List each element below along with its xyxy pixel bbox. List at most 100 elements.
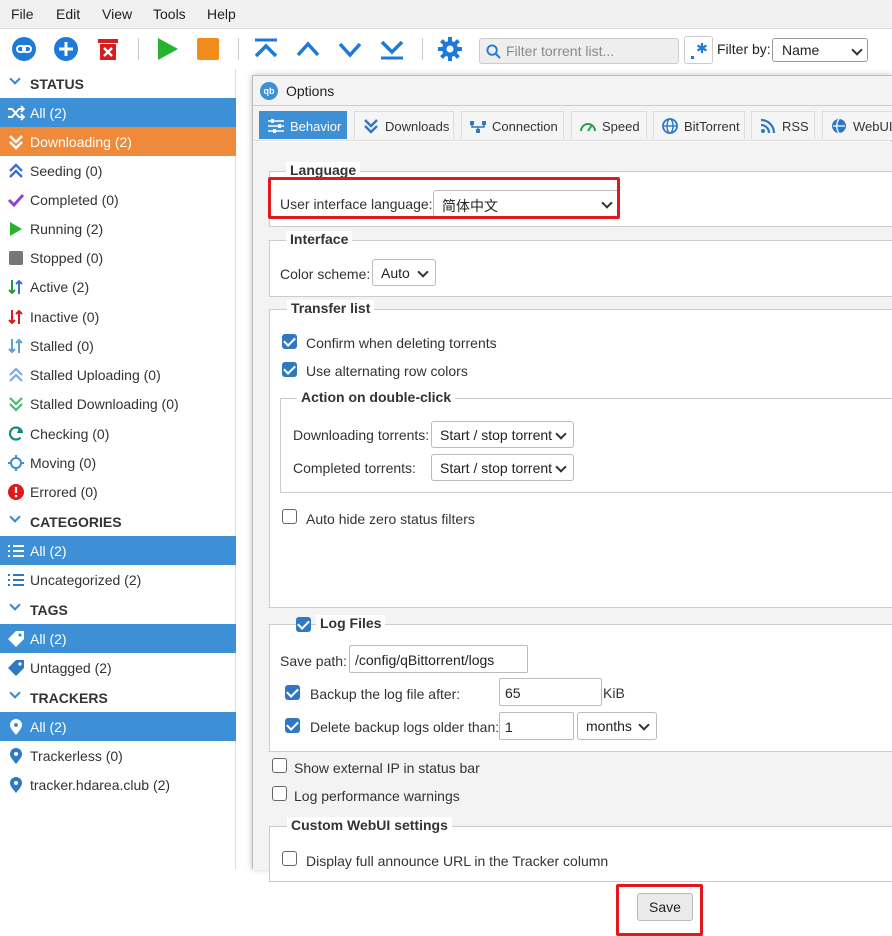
delete-age-input[interactable]: 1	[499, 712, 574, 740]
backup-log-checkbox[interactable]	[285, 685, 300, 700]
globe-icon	[662, 118, 678, 134]
tab-downloads[interactable]: Downloads	[354, 111, 454, 139]
download-icon	[9, 135, 23, 150]
sidebar-item-label: Moving (0)	[30, 455, 97, 471]
move-top-icon[interactable]	[253, 36, 279, 62]
pin-icon	[10, 748, 22, 764]
sidebar-tag-untagged[interactable]: Untagged (2)	[0, 653, 236, 682]
sidebar-status-stopped[interactable]: Stopped (0)	[0, 243, 236, 272]
shuffle-icon	[8, 105, 25, 121]
qbittorrent-logo-icon: qb	[260, 82, 278, 100]
tags-header[interactable]: TAGS	[0, 596, 236, 622]
sidebar-item-label: Trackerless (0)	[30, 748, 123, 764]
downloading-torrents-label: Downloading torrents:	[293, 427, 430, 443]
downloading-action-select[interactable]: Start / stop torrent	[431, 421, 574, 448]
log-files-checkbox[interactable]	[296, 617, 311, 632]
save-path-input[interactable]: /config/qBittorrent/logs	[349, 645, 528, 673]
start-icon[interactable]	[154, 36, 180, 62]
sidebar-category-all[interactable]: All (2)	[0, 536, 236, 565]
chevron-down-icon	[638, 719, 650, 731]
tab-rss[interactable]: RSS	[751, 111, 815, 139]
sidebar-status-seeding[interactable]: Seeding (0)	[0, 156, 236, 185]
menu-tools[interactable]: Tools	[153, 6, 186, 22]
sidebar-status-stalled-downloading[interactable]: Stalled Downloading (0)	[0, 389, 236, 418]
sidebar-item-label: Completed (0)	[30, 192, 119, 208]
sidebar-category-uncategorized[interactable]: Uncategorized (2)	[0, 565, 236, 594]
sidebar-status-checking[interactable]: Checking (0)	[0, 419, 236, 448]
dialog-titlebar[interactable]: qb Options	[253, 76, 892, 106]
updown-icon	[8, 279, 23, 295]
interface-group: Interface Color scheme: Auto	[269, 231, 892, 297]
sidebar-item-label: Untagged (2)	[30, 660, 112, 676]
sidebar-tag-all[interactable]: All (2)	[0, 624, 236, 653]
delete-backup-checkbox[interactable]	[285, 718, 300, 733]
tab-speed[interactable]: Speed	[571, 111, 647, 139]
sidebar-status-all[interactable]: All (2)	[0, 98, 236, 127]
sidebar-status-stalled-uploading[interactable]: Stalled Uploading (0)	[0, 360, 236, 389]
delete-backup-label: Delete backup logs older than:	[310, 719, 500, 735]
log-files-legend: Log Files	[316, 615, 386, 631]
confirm-delete-checkbox[interactable]	[282, 334, 297, 349]
alternating-rows-checkbox[interactable]	[282, 362, 297, 377]
regex-toggle-button[interactable]	[684, 36, 713, 64]
status-header[interactable]: STATUS	[0, 70, 236, 96]
connection-icon	[470, 121, 486, 133]
move-bottom-icon[interactable]	[379, 36, 405, 62]
options-dialog: qb Options Behavior Downloads Connection…	[252, 75, 892, 936]
move-down-icon[interactable]	[337, 36, 363, 62]
backup-size-input[interactable]: 65	[499, 678, 602, 706]
trackers-header[interactable]: TRACKERS	[0, 684, 236, 710]
sidebar-item-label: Checking (0)	[30, 426, 110, 442]
language-highlight	[268, 177, 620, 219]
behavior-icon	[268, 119, 284, 133]
tab-webui[interactable]: WebUI	[822, 111, 892, 139]
auto-hide-checkbox[interactable]	[282, 509, 297, 524]
sidebar-status-downloading[interactable]: Downloading (2)	[0, 127, 236, 156]
move-up-icon[interactable]	[295, 36, 321, 62]
delete-icon[interactable]	[95, 36, 121, 62]
options-icon[interactable]	[437, 36, 463, 62]
stalled-icon	[8, 338, 23, 354]
show-external-ip-checkbox[interactable]	[272, 758, 287, 773]
sidebar-status-active[interactable]: Active (2)	[0, 272, 236, 301]
sidebar-status-stalled[interactable]: Stalled (0)	[0, 331, 236, 360]
chevron-down-icon	[555, 428, 567, 440]
backup-size-value: 65	[505, 685, 521, 701]
refresh-icon	[8, 426, 24, 441]
stalled-upload-icon	[9, 367, 23, 382]
sidebar-status-running[interactable]: Running (2)	[0, 214, 236, 243]
sidebar-tracker-all[interactable]: All (2)	[0, 712, 236, 741]
log-performance-label: Log performance warnings	[294, 788, 460, 804]
backup-unit-label: KiB	[603, 685, 625, 701]
sidebar-status-completed[interactable]: Completed (0)	[0, 185, 236, 214]
delete-age-value: 1	[505, 719, 513, 735]
sidebar-tracker-hdarea[interactable]: tracker.hdarea.club (2)	[0, 770, 236, 799]
sidebar-status-moving[interactable]: Moving (0)	[0, 448, 236, 477]
double-click-legend: Action on double-click	[297, 389, 456, 405]
tab-connection[interactable]: Connection	[461, 111, 564, 139]
menu-help[interactable]: Help	[207, 6, 236, 22]
filter-input[interactable]	[506, 42, 674, 60]
categories-header[interactable]: CATEGORIES	[0, 508, 236, 534]
add-link-icon[interactable]	[11, 36, 37, 62]
add-torrent-icon[interactable]	[53, 36, 79, 62]
tab-behavior[interactable]: Behavior	[259, 111, 347, 139]
save-highlight	[616, 884, 703, 936]
color-scheme-select[interactable]: Auto	[372, 259, 436, 286]
menu-edit[interactable]: Edit	[56, 6, 80, 22]
menu-view[interactable]: View	[102, 6, 132, 22]
tab-bittorrent[interactable]: BitTorrent	[653, 111, 745, 139]
sidebar-tracker-trackerless[interactable]: Trackerless (0)	[0, 741, 236, 770]
completed-action-select[interactable]: Start / stop torrent	[431, 454, 574, 481]
log-files-group: Log Files Save path: /config/qBittorrent…	[269, 615, 892, 752]
sidebar-status-inactive[interactable]: Inactive (0)	[0, 302, 236, 331]
log-performance-checkbox[interactable]	[272, 786, 287, 801]
sidebar-item-label: Uncategorized (2)	[30, 572, 142, 588]
sidebar-status-errored[interactable]: Errored (0)	[0, 477, 236, 506]
options-tabbar: Behavior Downloads Connection Speed BitT…	[253, 106, 892, 141]
filter-by-select[interactable]: Name	[772, 38, 868, 62]
menu-file[interactable]: File	[11, 6, 34, 22]
stop-icon[interactable]	[195, 36, 221, 62]
full-announce-url-checkbox[interactable]	[282, 851, 297, 866]
delete-age-unit-select[interactable]: months	[577, 712, 657, 740]
